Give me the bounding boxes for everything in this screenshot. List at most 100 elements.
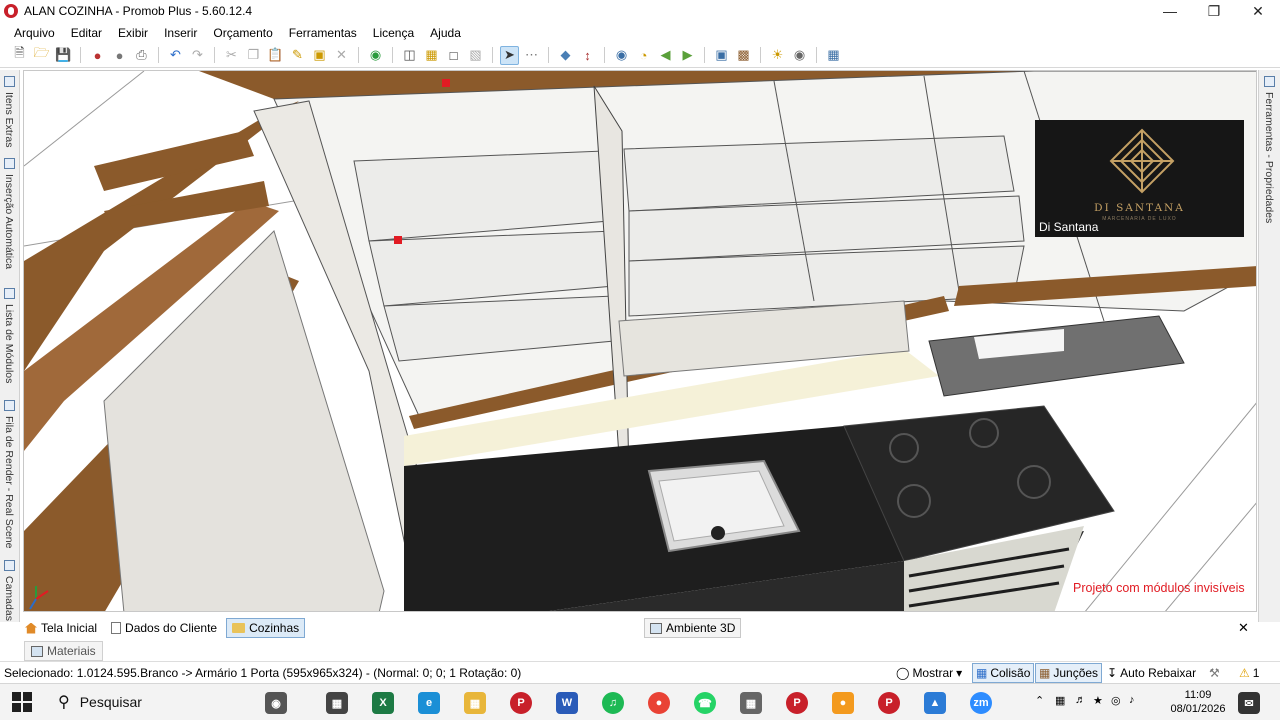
menu-orcamento[interactable]: Orçamento xyxy=(205,26,280,40)
warnings-indicator[interactable]: ⚠ 1 xyxy=(1236,663,1262,683)
document-icon xyxy=(111,622,122,634)
colisao-toggle[interactable]: ▦ Colisão xyxy=(972,662,1035,683)
taskbar-clock[interactable]: 11:09 08/01/2026 xyxy=(1170,688,1226,716)
render-settings-icon[interactable]: ● xyxy=(110,46,129,65)
redo-icon[interactable]: ↷ xyxy=(188,46,207,65)
group-icon[interactable]: ◫ xyxy=(400,46,419,65)
menu-ferramentas[interactable]: Ferramentas xyxy=(281,26,365,40)
sound-icon[interactable]: ♪ xyxy=(1129,694,1135,706)
tab-tela-inicial[interactable]: Tela Inicial xyxy=(20,618,102,638)
camera-orbit-icon[interactable]: ◔ xyxy=(634,46,653,65)
arrow-right-icon[interactable]: ▶ xyxy=(678,46,697,65)
paint-roller-icon[interactable]: ▣ xyxy=(310,46,329,65)
box-3d-icon[interactable]: ▩ xyxy=(734,46,753,65)
tab-lista-de-modulos[interactable]: Lista de Módulos xyxy=(3,288,15,383)
print-icon[interactable]: ⎙ xyxy=(132,46,151,65)
warning-icon: ⚠ xyxy=(1239,665,1250,680)
word-icon[interactable]: W xyxy=(556,692,578,714)
promob-app-icon xyxy=(4,4,18,18)
edge-icon[interactable]: e xyxy=(418,692,440,714)
rectangle-icon[interactable]: □ xyxy=(444,46,463,65)
menu-exibir[interactable]: Exibir xyxy=(110,26,156,40)
grid-icon[interactable]: ▧ xyxy=(466,46,485,65)
mostrar-button[interactable]: ◯ Mostrar ▾ xyxy=(893,663,965,683)
align-icon[interactable]: ▦ xyxy=(422,46,441,65)
tools-icon[interactable]: ⚒ xyxy=(1206,663,1223,683)
home-icon xyxy=(25,622,37,634)
paste-icon[interactable]: 📋 xyxy=(266,46,285,65)
menu-bar: Arquivo Editar Exibir Inserir Orçamento … xyxy=(0,22,1280,43)
notification-icon[interactable]: ✉ xyxy=(1238,692,1260,714)
calculator-icon[interactable]: ▦ xyxy=(740,692,762,714)
cut-icon[interactable]: ✂ xyxy=(222,46,241,65)
layers-icon[interactable]: ◆ xyxy=(556,46,575,65)
menu-licenca[interactable]: Licença xyxy=(365,26,422,40)
pencil-icon[interactable]: ✎ xyxy=(288,46,307,65)
network-icon[interactable]: ◎ xyxy=(1111,694,1121,707)
minimize-button[interactable]: — xyxy=(1148,0,1192,22)
excel-icon[interactable]: X xyxy=(372,692,394,714)
brand-caption: Di Santana xyxy=(1039,220,1099,234)
view-mode-icon[interactable]: ▣ xyxy=(712,46,731,65)
whatsapp-icon[interactable]: ☎ xyxy=(694,692,716,714)
new-file-icon[interactable]: 🗎 xyxy=(10,45,29,65)
tab-ambiente-3d[interactable]: Ambiente 3D xyxy=(644,618,742,638)
menu-ajuda[interactable]: Ajuda xyxy=(422,26,469,40)
windows-start-icon[interactable] xyxy=(12,692,32,712)
properties-icon xyxy=(1263,76,1275,87)
globe-icon[interactable]: ◉ xyxy=(366,46,385,65)
undo-icon[interactable]: ↶ xyxy=(166,46,185,65)
tab-fila-de-render[interactable]: Fila de Render - Real Scene xyxy=(3,400,15,549)
tab-dados-do-cliente[interactable]: Dados do Cliente xyxy=(106,618,222,638)
tray-device-icon[interactable]: ▦ xyxy=(1055,694,1065,707)
close-window-button[interactable]: ✕ xyxy=(1236,0,1280,22)
brand-name: DI SANTANA xyxy=(1094,202,1185,214)
dimension-icon[interactable]: ⋯ xyxy=(522,46,541,65)
render-icon[interactable]: ● xyxy=(88,46,107,65)
photos-icon[interactable]: ▲ xyxy=(924,692,946,714)
promob-alt-icon[interactable]: P xyxy=(786,692,808,714)
menu-editar[interactable]: Editar xyxy=(63,26,110,40)
auto-rebaixar-toggle[interactable]: ↧ Auto Rebaixar xyxy=(1104,663,1199,683)
save-icon[interactable]: 💾 xyxy=(54,46,73,65)
view-eye-icon[interactable]: ◉ xyxy=(612,46,631,65)
delete-icon[interactable]: ✕ xyxy=(332,46,351,65)
brand-overlay: DI SANTANA MARCENARIA DE LUXO Di Santana xyxy=(1035,120,1244,237)
file-explorer-icon[interactable]: ▦ xyxy=(464,692,486,714)
promob-taskbar-icon[interactable]: P xyxy=(510,692,532,714)
volume-icon[interactable]: ♬ xyxy=(1075,694,1086,706)
menu-inserir[interactable]: Inserir xyxy=(156,26,205,40)
zoom-icon[interactable]: zm xyxy=(970,692,992,714)
measure-icon[interactable]: ↕ xyxy=(578,46,597,65)
tab-materiais[interactable]: Materiais xyxy=(24,641,103,661)
taskbar-search[interactable]: ⚲ Pesquisar xyxy=(50,684,300,720)
menu-arquivo[interactable]: Arquivo xyxy=(6,26,63,40)
itens-extras-icon xyxy=(3,76,15,87)
task-view-icon[interactable]: ▦ xyxy=(326,692,348,714)
close-tab-button[interactable]: ✕ xyxy=(1238,620,1249,636)
right-dock: Ferramentas - Propriedades xyxy=(1258,70,1280,622)
juncoes-toggle[interactable]: ▦ Junções xyxy=(1035,662,1103,683)
tab-camadas[interactable]: Camadas xyxy=(3,560,15,621)
tab-insercao-automatica[interactable]: Inserção Automática xyxy=(3,158,15,269)
spotify-icon[interactable]: ♫ xyxy=(602,692,624,714)
restore-button[interactable]: ❐ xyxy=(1192,0,1236,22)
open-folder-icon[interactable]: 🗁 xyxy=(32,45,51,65)
tab-cozinhas[interactable]: Cozinhas xyxy=(226,618,306,638)
palette-icon[interactable]: ▦ xyxy=(824,46,843,65)
tab-itens-extras[interactable]: Itens Extras xyxy=(3,76,15,147)
promob-active-icon[interactable]: P xyxy=(878,692,900,714)
camera-icon[interactable]: ◉ xyxy=(790,46,809,65)
folder-icon xyxy=(232,623,246,633)
tray-chevron-icon[interactable]: ⌃ xyxy=(1035,694,1044,707)
bluetooth-icon[interactable]: ★ xyxy=(1093,694,1103,707)
light-icon[interactable]: ☀ xyxy=(768,46,787,65)
search-icon: ⚲ xyxy=(58,694,70,711)
arrow-left-icon[interactable]: ◀ xyxy=(656,46,675,65)
microphone-icon[interactable]: ● xyxy=(832,692,854,714)
camera-app-icon[interactable]: ◉ xyxy=(265,692,287,714)
chrome-icon[interactable]: ● xyxy=(648,692,670,714)
select-cursor-icon[interactable]: ➤ xyxy=(500,45,519,65)
copy-icon[interactable]: ❐ xyxy=(244,46,263,65)
tab-ferramentas-propriedades[interactable]: Ferramentas - Propriedades xyxy=(1263,76,1275,223)
